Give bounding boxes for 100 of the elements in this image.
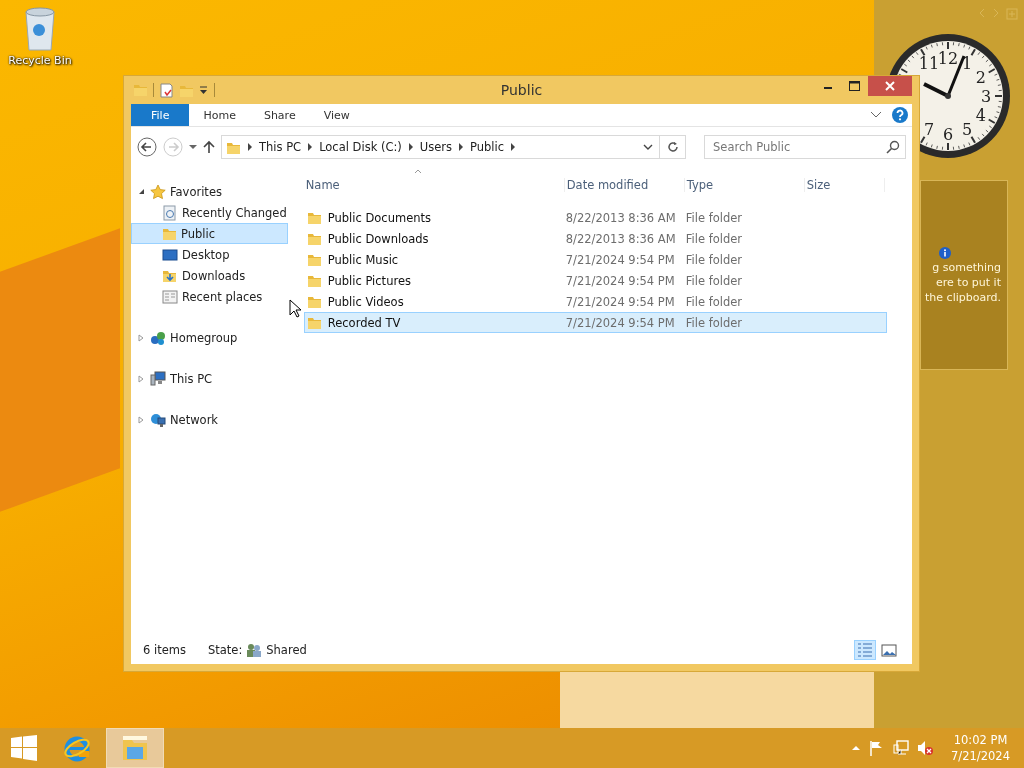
clock-numeral: 3 (980, 87, 992, 106)
homegroup-icon (150, 329, 166, 346)
type-cell-text: File folder (685, 210, 744, 225)
nav-item[interactable]: Downloads (131, 265, 288, 286)
column-header[interactable]: Type (684, 178, 805, 192)
expand-icon[interactable] (138, 374, 144, 383)
file-row[interactable]: Public Downloads 8/22/2013 8:36 AM File folder (303, 228, 887, 249)
chevron-icon[interactable] (307, 143, 314, 151)
maximize-icon (849, 81, 860, 91)
file-name: Public Pictures (327, 273, 411, 288)
ribbon-tab[interactable]: Share (249, 104, 310, 126)
chevron-icon[interactable] (510, 143, 517, 151)
breadcrumb-item[interactable]: Public (470, 140, 505, 154)
date-cell-text: 7/21/2024 9:54 PM (565, 315, 676, 330)
column-header[interactable]: Date modified (564, 178, 685, 192)
expand-icon[interactable] (138, 415, 144, 424)
collapse-icon[interactable] (137, 188, 145, 195)
date-cell-text: 7/21/2024 9:54 PM (565, 294, 676, 309)
clock-numeral: 5 (961, 119, 973, 139)
file-name: Public Documents (327, 210, 431, 225)
gadget-text: the clipboard. (925, 291, 1002, 304)
date-cell-text: 7/21/2024 9:54 PM (565, 252, 676, 267)
chevron-icon[interactable] (458, 143, 465, 151)
nav-item[interactable]: Recently Changed (131, 202, 288, 223)
properties-icon[interactable] (160, 82, 173, 98)
up-arrow-icon (203, 140, 215, 154)
file-row[interactable]: Recorded TV 7/21/2024 9:54 PM File folder (303, 312, 887, 333)
file-row[interactable]: Public Videos 7/21/2024 9:54 PM File folder (303, 291, 887, 312)
muted-speaker-icon[interactable] (917, 740, 934, 756)
breadcrumb-item[interactable]: Local Disk (C:) (319, 140, 402, 154)
chevron-icon[interactable] (247, 143, 253, 151)
file-name: Public Videos (327, 294, 404, 309)
mouse-cursor-icon (288, 299, 301, 318)
date-cell-text: 8/22/2013 8:36 AM (565, 210, 677, 225)
windows-logo-icon (11, 735, 37, 761)
clock-numeral: 7 (923, 119, 935, 139)
ribbon-tab[interactable]: View (309, 104, 364, 126)
nav-item[interactable]: Network (131, 409, 288, 430)
nav-item[interactable]: Recent places (131, 286, 288, 307)
clock-numeral: 11 (918, 54, 940, 74)
chevron-icon[interactable] (407, 143, 414, 151)
clock-document-icon (162, 204, 178, 221)
dropdown-caret-icon (189, 144, 197, 150)
info-icon (939, 247, 951, 259)
clock-numeral: 12 (937, 49, 959, 68)
file-row[interactable]: Public Documents 8/22/2013 8:36 AM File folder (303, 207, 887, 228)
recycle-bin-icon[interactable] (22, 6, 58, 52)
image-icon (881, 642, 897, 658)
folder-icon (306, 273, 322, 288)
state-value: Shared (266, 643, 307, 657)
nav-item[interactable]: This PC (131, 368, 288, 389)
details-view-icon (857, 642, 873, 658)
clock-numeral: 1 (961, 54, 973, 74)
close-icon (885, 81, 895, 91)
file-name: Public Downloads (327, 231, 429, 246)
file-name: Public Music (327, 252, 399, 267)
type-cell-text: File folder (685, 273, 744, 288)
nav-item[interactable]: Public (131, 223, 288, 244)
folder-icon (306, 315, 322, 330)
help-icon[interactable] (892, 107, 908, 123)
browser-e-icon (63, 734, 91, 762)
nav-item[interactable]: Favorites (131, 181, 288, 202)
clock-numeral: 4 (975, 106, 986, 125)
recycle-bin-label: Recycle Bin (8, 54, 72, 67)
clock-numeral: 2 (975, 68, 986, 87)
file-explorer-taskbar-button[interactable] (106, 728, 164, 768)
type-cell-text: File folder (685, 315, 744, 330)
search-field[interactable]: Search Public (704, 135, 906, 159)
folder-icon (306, 231, 322, 246)
type-cell-text: File folder (685, 294, 744, 309)
file-row[interactable]: Public Pictures 7/21/2024 9:54 PM File folder (303, 270, 887, 291)
type-cell-text: File folder (685, 231, 744, 246)
close-button[interactable] (868, 76, 912, 96)
column-header[interactable]: Size (804, 178, 885, 192)
folder-icon (133, 82, 147, 98)
show-hidden-icons-icon[interactable] (851, 745, 862, 751)
breadcrumb-item[interactable]: Users (419, 140, 453, 154)
expand-ribbon-icon[interactable] (870, 111, 882, 119)
address-bar[interactable]: This PC Local Disk (C:) Users Public (221, 135, 686, 159)
folder-icon (121, 734, 149, 762)
recent-locations-button[interactable] (189, 144, 197, 150)
shared-users-icon (246, 642, 263, 658)
type-cell-text: File folder (685, 252, 744, 267)
back-button[interactable] (137, 137, 157, 157)
dropdown-icon[interactable] (199, 85, 208, 95)
nav-item[interactable]: Homegroup (131, 327, 288, 348)
expand-icon[interactable] (138, 333, 144, 342)
file-row[interactable]: Public Music 7/21/2024 9:54 PM File folder (303, 249, 887, 270)
date-cell-text: 7/21/2024 9:54 PM (565, 273, 676, 288)
network-icon (150, 411, 166, 428)
gadget-text: ere to put it (936, 276, 1002, 289)
gadget-text: g something (932, 261, 1002, 274)
up-button[interactable] (203, 140, 215, 154)
file-tab[interactable]: File (131, 104, 190, 126)
column-header[interactable]: Name (303, 178, 565, 192)
nav-item[interactable]: Desktop (131, 244, 288, 265)
file-name: Recorded TV (327, 315, 401, 330)
breadcrumb-item[interactable]: This PC (259, 140, 302, 154)
ribbon-tab[interactable]: Home (189, 104, 250, 126)
desktop-icon (162, 246, 178, 263)
